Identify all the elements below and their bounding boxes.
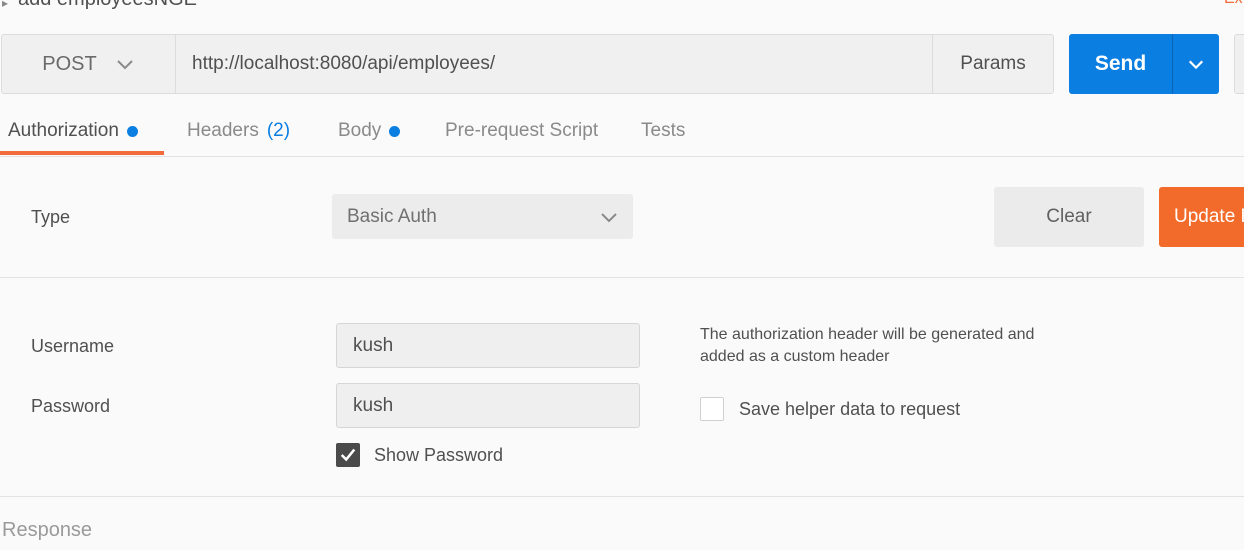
active-tab-indicator bbox=[0, 151, 164, 155]
response-section-title: Response bbox=[2, 519, 93, 541]
save-helper-toggle[interactable]: Save helper data to request bbox=[700, 397, 960, 421]
auth-help-text: The authorization header will be generat… bbox=[700, 326, 1035, 365]
modified-dot-icon bbox=[126, 125, 138, 137]
send-button-group: Send bbox=[1069, 34, 1219, 94]
method-label: POST bbox=[42, 52, 97, 75]
update-request-button[interactable]: Update Request bbox=[1159, 187, 1244, 247]
divider bbox=[0, 277, 1244, 278]
modified-dot-icon bbox=[389, 125, 401, 137]
save-button[interactable] bbox=[1234, 34, 1244, 94]
tab-pre-request-script[interactable]: Pre-request Script bbox=[445, 107, 598, 155]
url-bar: POST Params bbox=[1, 34, 1054, 94]
show-password-label: Show Password bbox=[374, 444, 504, 465]
tab-label: Authorization bbox=[8, 120, 119, 141]
headers-count-badge: (2) bbox=[266, 120, 291, 141]
tab-label: Headers bbox=[187, 120, 259, 141]
checkmark-icon bbox=[340, 448, 356, 462]
username-label: Username bbox=[31, 336, 115, 356]
request-title[interactable]: add employeesNGE bbox=[18, 0, 197, 11]
username-field[interactable] bbox=[336, 323, 640, 368]
password-field[interactable] bbox=[336, 383, 640, 428]
chevron-down-icon bbox=[601, 212, 617, 222]
examples-link[interactable]: Ex bbox=[1224, 0, 1243, 8]
tab-tests[interactable]: Tests bbox=[641, 107, 685, 155]
auth-type-select[interactable]: Basic Auth bbox=[332, 194, 633, 239]
save-helper-checkbox[interactable] bbox=[700, 397, 724, 421]
method-select[interactable]: POST bbox=[2, 35, 176, 93]
tab-label: Tests bbox=[641, 120, 686, 141]
divider bbox=[0, 496, 1244, 497]
request-builder: ▸ add employeesNGE Ex POST Params Send A… bbox=[0, 0, 1244, 550]
auth-type-label: Type bbox=[31, 207, 71, 227]
auth-type-value: Basic Auth bbox=[347, 205, 437, 227]
save-helper-label: Save helper data to request bbox=[739, 398, 961, 419]
send-button[interactable]: Send bbox=[1069, 34, 1172, 94]
collapse-caret-icon[interactable]: ▸ bbox=[2, 0, 8, 10]
tab-body[interactable]: Body bbox=[338, 107, 401, 155]
show-password-checkbox[interactable] bbox=[336, 443, 360, 467]
url-input[interactable] bbox=[176, 35, 932, 93]
tab-label: Body bbox=[338, 120, 382, 141]
send-options-button[interactable] bbox=[1172, 34, 1219, 94]
password-label: Password bbox=[31, 396, 111, 416]
tab-headers[interactable]: Headers (2) bbox=[187, 107, 290, 155]
show-password-toggle[interactable]: Show Password bbox=[336, 443, 503, 467]
request-tabs: Authorization Headers (2) Body Pre-reque… bbox=[0, 107, 1244, 157]
clear-button[interactable]: Clear bbox=[994, 187, 1144, 247]
chevron-down-icon bbox=[1188, 60, 1204, 70]
params-button[interactable]: Params bbox=[932, 35, 1053, 93]
tab-label: Pre-request Script bbox=[445, 120, 599, 141]
tab-authorization[interactable]: Authorization bbox=[8, 107, 138, 155]
chevron-down-icon bbox=[117, 60, 133, 70]
